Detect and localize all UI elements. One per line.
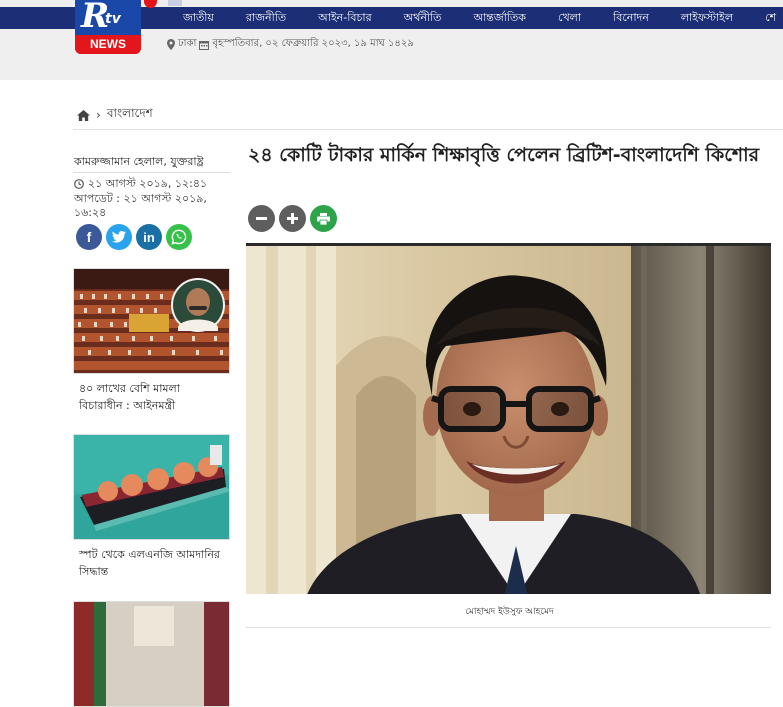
article-tools — [248, 205, 337, 232]
nav-item-more[interactable]: শে — [749, 7, 783, 29]
photo-caption: মোহাম্মদ ইউসুফ আহমেদ — [465, 607, 554, 617]
print-icon — [317, 212, 330, 225]
linkedin-share-button[interactable]: in — [136, 224, 162, 250]
logo-news-badge: NEWS — [75, 35, 141, 54]
nav-item-entertainment[interactable]: বিনোদন — [597, 7, 665, 29]
home-icon[interactable] — [77, 109, 90, 121]
nav-item-economy[interactable]: অর্থনীতি — [388, 7, 458, 29]
updated-label: আপডেট : — [74, 191, 121, 205]
nav-item-law[interactable]: আইন-বিচার — [302, 7, 388, 29]
decrease-font-button[interactable] — [248, 205, 275, 232]
whatsapp-icon — [171, 229, 187, 245]
related-news-card[interactable]: স্পট থেকে এলএনজি আমদানির সিদ্ধান্ত — [73, 434, 230, 580]
logo-tv: tv — [105, 11, 121, 27]
whatsapp-share-button[interactable] — [166, 224, 192, 250]
nav-items: জাতীয় রাজনীতি আইন-বিচার অর্থনীতি আন্তর্… — [165, 7, 783, 29]
facebook-share-button[interactable]: f — [76, 224, 102, 250]
divider — [73, 172, 230, 173]
divider — [73, 129, 783, 130]
article-headline: ২৪ কোটি টাকার মার্কিন শিক্ষাবৃত্তি পেলেন… — [248, 144, 760, 166]
calendar-icon — [199, 40, 210, 50]
clock-icon — [74, 179, 84, 189]
nav-item-sports[interactable]: খেলা — [542, 7, 597, 29]
related-news-card[interactable] — [73, 601, 230, 707]
published-time: ২১ আগস্ট ২০১৯, ১২:৪১ — [88, 177, 208, 190]
nav-item-international[interactable]: আন্তর্জাতিক — [457, 7, 542, 29]
facebook-icon: f — [86, 229, 92, 245]
twitter-share-button[interactable] — [106, 224, 132, 250]
related-news-title[interactable]: স্পট থেকে এলএনজি আমদানির সিদ্ধান্ত — [73, 540, 230, 580]
linkedin-icon: in — [143, 229, 155, 245]
article-photo — [246, 243, 771, 594]
twitter-icon — [112, 231, 126, 243]
related-news-thumbnail — [73, 268, 230, 374]
location-pin-icon — [167, 39, 175, 50]
nav-item-national[interactable]: জাতীয় — [165, 7, 230, 29]
current-date: বৃহস্পতিবার, ০২ ফেব্রুয়ারি ২০২৩, ১৯ মাঘ… — [212, 38, 414, 49]
plus-icon — [287, 213, 298, 224]
minus-icon — [256, 217, 267, 220]
chevron-right-icon: › — [96, 108, 101, 122]
divider — [246, 627, 771, 628]
related-news-thumbnail — [73, 434, 230, 540]
dateline: ঢাকা বৃহস্পতিবার, ০২ ফেব্রুয়ারি ২০২৩, ১… — [167, 36, 414, 53]
header-chip — [168, 0, 182, 6]
author-name: কামরুজ্জামান হেলাল, যুক্তরাষ্ট্র — [74, 155, 204, 168]
related-news-card[interactable]: ৪০ লাখের বেশি মামলা বিচারাধীন : আইনমন্ত্… — [73, 268, 230, 414]
breadcrumb-section[interactable]: বাংলাদেশ — [107, 105, 153, 125]
related-news-title[interactable]: ৪০ লাখের বেশি মামলা বিচারাধীন : আইনমন্ত্… — [73, 374, 230, 414]
breadcrumb: › বাংলাদেশ — [77, 105, 153, 125]
print-button[interactable] — [310, 205, 337, 232]
nav-item-politics[interactable]: রাজনীতি — [230, 7, 302, 29]
dateline-city: ঢাকা — [178, 38, 197, 49]
related-news-thumbnail — [73, 601, 230, 707]
increase-font-button[interactable] — [279, 205, 306, 232]
share-buttons: f in — [76, 224, 192, 250]
site-logo[interactable]: R tv NEWS — [75, 0, 141, 54]
nav-item-lifestyle[interactable]: লাইফস্টাইল — [665, 7, 749, 29]
article-meta: ২১ আগস্ট ২০১৯, ১২:৪১ আপডেট : ২১ আগস্ট ২০… — [74, 177, 234, 221]
